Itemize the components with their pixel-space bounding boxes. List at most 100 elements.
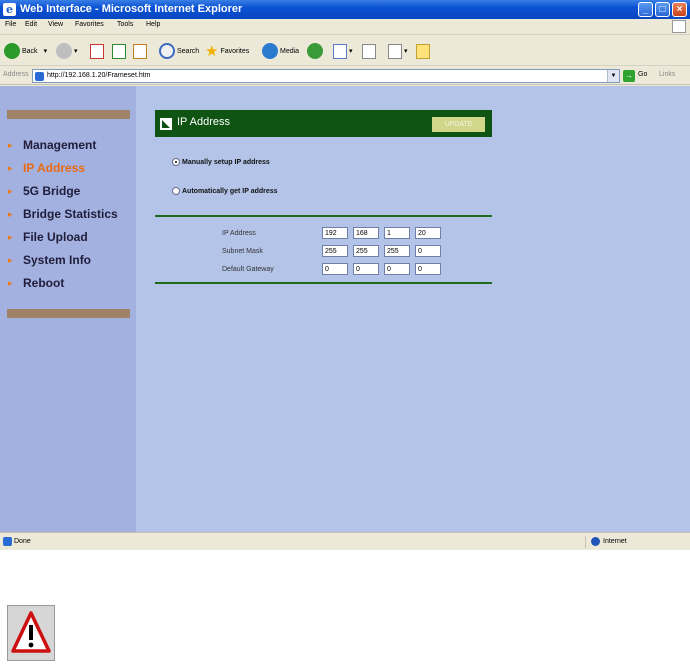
search-button[interactable]: Search — [159, 42, 199, 60]
address-url: http://192.168.1.20/Frameset.htm — [47, 72, 151, 79]
sidebar-item-label: IP Address — [23, 161, 86, 175]
menu-view[interactable]: View — [48, 21, 63, 28]
edit-icon — [388, 43, 402, 59]
radio-selected-icon — [172, 158, 180, 166]
field-label: Subnet Mask — [222, 247, 263, 255]
go-button[interactable]: Go — [638, 71, 647, 78]
sidebar-bottom-divider — [7, 309, 130, 318]
menu-tools[interactable]: Tools — [117, 21, 133, 28]
refresh-button[interactable] — [112, 42, 128, 60]
chevron-down-icon[interactable]: ▼ — [607, 70, 619, 82]
menu-file[interactable]: File — [5, 21, 16, 28]
media-icon — [262, 43, 278, 59]
sidebar-item-label: File Upload — [23, 230, 88, 244]
gateway-octet-3[interactable] — [384, 263, 410, 275]
panel-header: IP Address UPDATE — [155, 110, 492, 137]
page-content: ▸ Management ▸ IP Address ▸ 5G Bridge ▸ … — [0, 86, 690, 532]
back-button[interactable]: Back ▾ — [4, 42, 47, 60]
update-button[interactable]: UPDATE — [432, 117, 485, 132]
refresh-icon — [112, 43, 126, 59]
page-icon — [3, 537, 12, 546]
window-title: Web Interface - Microsoft Internet Explo… — [20, 3, 243, 15]
mask-octet-3[interactable] — [384, 245, 410, 257]
radio-manual-ip[interactable]: Manually setup IP address — [172, 156, 270, 168]
zone-label: Internet — [603, 538, 627, 545]
forward-button[interactable]: ▾ — [56, 42, 78, 60]
sidebar-item-system-info[interactable]: ▸ System Info — [8, 251, 91, 269]
bottom-divider — [155, 282, 492, 284]
home-button[interactable] — [133, 42, 149, 60]
radio-manual-label: Manually setup IP address — [182, 158, 270, 166]
star-icon: ★ — [205, 43, 219, 60]
close-button[interactable]: × — [672, 2, 687, 17]
minimize-button[interactable]: _ — [638, 2, 653, 17]
radio-auto-ip[interactable]: Automatically get IP address — [172, 185, 278, 197]
sidebar-item-label: System Info — [23, 253, 92, 267]
print-button[interactable] — [362, 42, 378, 60]
status-text: Done — [14, 538, 31, 545]
radio-unselected-icon — [172, 187, 180, 195]
gateway-octet-4[interactable] — [415, 263, 441, 275]
search-icon — [159, 43, 175, 59]
forward-arrow-icon — [56, 43, 72, 59]
maximize-button[interactable]: □ — [655, 2, 670, 17]
arrow-icon: ▸ — [8, 185, 13, 196]
favorites-button[interactable]: ★ Favorites — [205, 42, 249, 60]
sidebar-item-reboot[interactable]: ▸ Reboot — [8, 274, 64, 292]
browser-window: e Web Interface - Microsoft Internet Exp… — [0, 0, 690, 550]
mask-octet-2[interactable] — [353, 245, 379, 257]
address-input[interactable]: http://192.168.1.20/Frameset.htm ▼ — [32, 69, 620, 83]
title-bar: e Web Interface - Microsoft Internet Exp… — [0, 0, 690, 19]
sidebar-item-management[interactable]: ▸ Management — [8, 136, 96, 154]
history-button[interactable] — [307, 42, 325, 60]
ip-octet-1[interactable] — [322, 227, 348, 239]
sidebar-item-file-upload[interactable]: ▸ File Upload — [8, 228, 88, 246]
default-gateway-row: Default Gateway — [222, 262, 446, 276]
links-button[interactable]: Links — [659, 71, 675, 78]
field-label: Default Gateway — [222, 265, 274, 273]
ie-logo-icon: e — [3, 3, 16, 16]
history-icon — [307, 43, 323, 59]
stop-button[interactable] — [90, 42, 106, 60]
menu-favorites[interactable]: Favorites — [75, 21, 104, 28]
panel-title: IP Address — [177, 116, 230, 128]
subnet-mask-row: Subnet Mask — [222, 244, 446, 258]
arrow-icon: ▸ — [8, 254, 13, 265]
globe-icon — [591, 537, 600, 546]
note-icon — [416, 43, 430, 59]
arrow-icon: ▸ — [8, 139, 13, 150]
sidebar-item-bridge-statistics[interactable]: ▸ Bridge Statistics — [8, 205, 118, 223]
sidebar-item-ip-address[interactable]: ▸ IP Address — [8, 159, 85, 177]
page-icon — [35, 72, 44, 81]
media-button[interactable]: Media — [262, 42, 299, 60]
toolbar: Back ▾ ▾ Search ★ Favorites Media ▾ ▾ — [0, 36, 690, 66]
messenger-button[interactable] — [416, 42, 432, 60]
sidebar-item-5g-bridge[interactable]: ▸ 5G Bridge — [8, 182, 80, 200]
mail-button[interactable]: ▾ — [333, 42, 353, 60]
status-bar: Done Internet — [0, 532, 690, 550]
arrow-icon: ▸ — [8, 162, 13, 173]
security-zone: Internet — [585, 536, 690, 548]
menu-bar: File Edit View Favorites Tools Help — [0, 19, 690, 35]
mask-octet-1[interactable] — [322, 245, 348, 257]
menu-help[interactable]: Help — [146, 21, 160, 28]
sidebar: ▸ Management ▸ IP Address ▸ 5G Bridge ▸ … — [0, 86, 136, 532]
mail-icon — [333, 43, 347, 59]
go-arrow-icon[interactable]: → — [623, 70, 635, 82]
ip-octet-2[interactable] — [353, 227, 379, 239]
back-arrow-icon — [4, 43, 20, 59]
sidebar-item-label: Bridge Statistics — [23, 207, 118, 221]
field-label: IP Address — [222, 229, 256, 237]
sidebar-item-label: 5G Bridge — [23, 184, 81, 198]
menu-edit[interactable]: Edit — [25, 21, 37, 28]
ip-octet-3[interactable] — [384, 227, 410, 239]
warning-icon — [7, 605, 55, 661]
edit-button[interactable]: ▾ — [388, 42, 408, 60]
sidebar-item-label: Reboot — [23, 276, 65, 290]
ip-octet-4[interactable] — [415, 227, 441, 239]
gateway-octet-1[interactable] — [322, 263, 348, 275]
ip-address-row: IP Address — [222, 226, 446, 240]
sidebar-item-label: Management — [23, 138, 97, 152]
gateway-octet-2[interactable] — [353, 263, 379, 275]
mask-octet-4[interactable] — [415, 245, 441, 257]
